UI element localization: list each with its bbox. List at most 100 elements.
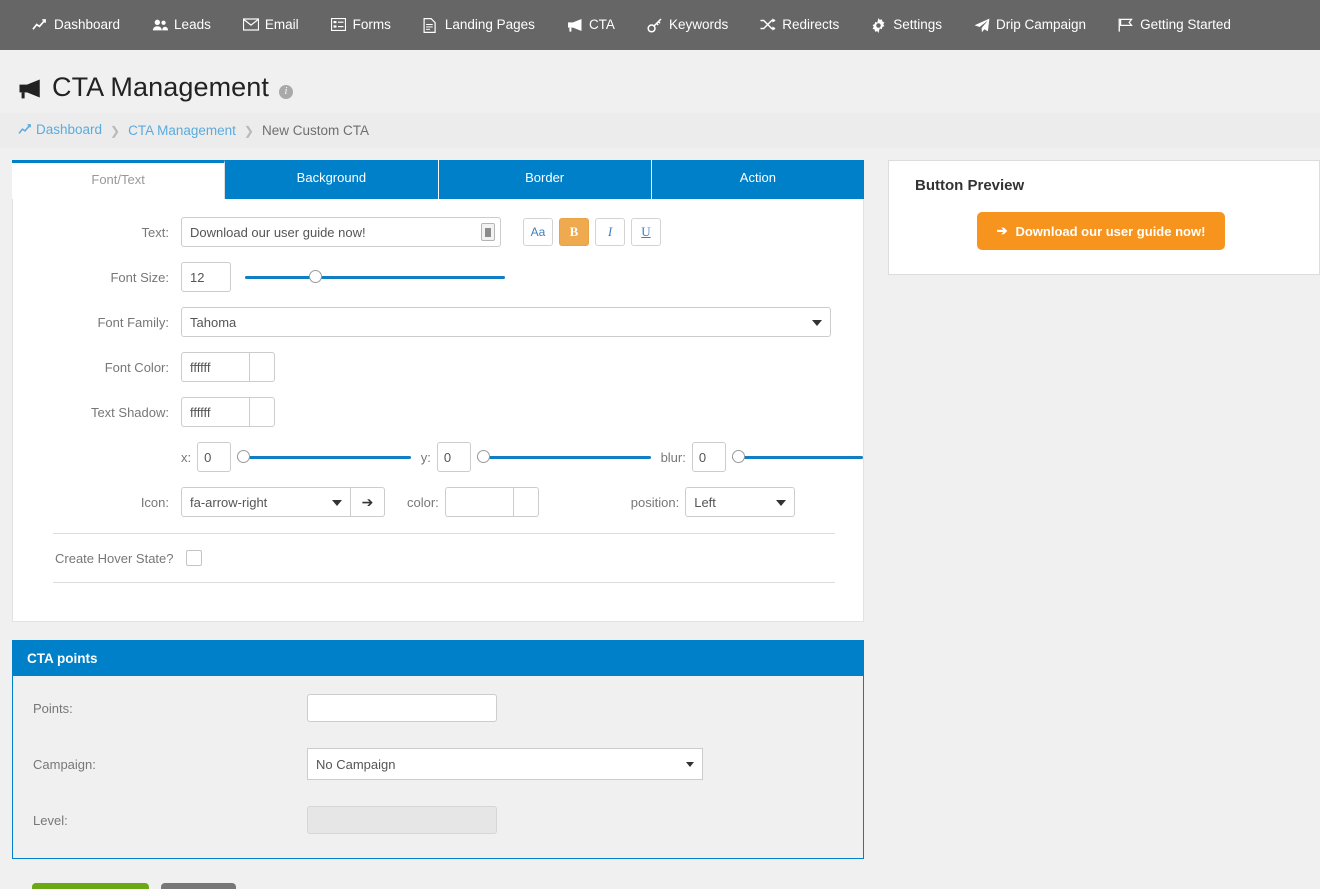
campaign-label: Campaign:: [13, 757, 307, 772]
icon-position-select[interactable]: Left: [685, 487, 795, 517]
users-icon: [152, 18, 167, 33]
button-preview-area: ➔ Download our user guide now!: [915, 212, 1299, 250]
icon-row: Icon: fa-arrow-right ➔ color: position:: [13, 487, 863, 517]
nav-item-getting-started[interactable]: Getting Started: [1102, 0, 1247, 50]
shadow-blur-slider[interactable]: [732, 450, 863, 464]
tab-background[interactable]: Background: [225, 160, 438, 199]
nav-item-leads[interactable]: Leads: [136, 0, 227, 50]
slider-handle[interactable]: [732, 450, 745, 463]
shadow-x-label: x:: [181, 450, 197, 465]
icon-select[interactable]: fa-arrow-right: [181, 487, 351, 517]
nav-item-drip-campaign[interactable]: Drip Campaign: [958, 0, 1102, 50]
campaign-row: Campaign: No Campaign: [13, 748, 863, 780]
font-color-input[interactable]: [181, 352, 249, 382]
cta-points-title: CTA points: [13, 641, 863, 676]
shadow-blur-input[interactable]: [692, 442, 726, 472]
breadcrumb-item-dashboard[interactable]: Dashboard: [18, 122, 102, 139]
breadcrumb-item-cta-management[interactable]: CTA Management: [128, 123, 236, 138]
shadow-blur-label: blur:: [661, 450, 692, 465]
breadcrumb-separator: ❯: [110, 124, 120, 138]
left-column: Font/Text Background Border Action Text:…: [12, 160, 864, 889]
icon-color-label: color:: [407, 495, 445, 510]
button-preview-panel: Button Preview ➔ Download our user guide…: [888, 160, 1320, 275]
breadcrumb-item-current: New Custom CTA: [262, 123, 369, 138]
font-family-label: Font Family:: [13, 315, 181, 330]
chart-line-icon: [32, 18, 47, 33]
level-input: [307, 806, 497, 834]
nav-label: Email: [265, 0, 299, 50]
file-text-icon: [423, 18, 438, 33]
nav-label: Forms: [353, 0, 391, 50]
nav-item-dashboard[interactable]: Dashboard: [16, 0, 136, 50]
shadow-x-slider[interactable]: [237, 450, 411, 464]
cta-points-body: Points: Campaign: No Campaign Level:: [13, 676, 863, 858]
slider-track: [732, 456, 863, 459]
nav-item-keywords[interactable]: Keywords: [631, 0, 744, 50]
text-shadow-input[interactable]: [181, 397, 249, 427]
font-color-row: Font Color:: [13, 352, 863, 382]
footer-actions: Save Settings Cancel: [32, 883, 864, 889]
resize-handle-icon[interactable]: [481, 223, 495, 241]
button-preview-title: Button Preview: [915, 177, 1299, 194]
tab-font-text[interactable]: Font/Text: [12, 160, 225, 199]
breadcrumb-separator: ❯: [244, 124, 254, 138]
slider-handle[interactable]: [237, 450, 250, 463]
underline-button[interactable]: U: [631, 218, 661, 246]
text-shadow-label: Text Shadow:: [13, 405, 181, 420]
text-input-wrapper: [181, 217, 501, 247]
arrow-right-icon: ➔: [997, 223, 1008, 239]
cancel-button[interactable]: Cancel: [161, 883, 236, 889]
cta-preview-button[interactable]: ➔ Download our user guide now!: [977, 212, 1226, 250]
nav-item-settings[interactable]: Settings: [855, 0, 958, 50]
style-tabs: Font/Text Background Border Action: [12, 160, 864, 199]
tab-action[interactable]: Action: [652, 160, 864, 199]
slider-handle[interactable]: [309, 270, 322, 283]
shadow-y-input[interactable]: [437, 442, 471, 472]
nav-item-redirects[interactable]: Redirects: [744, 0, 855, 50]
shadow-x-input[interactable]: [197, 442, 231, 472]
hover-state-checkbox[interactable]: [186, 550, 202, 566]
paper-plane-icon: [974, 18, 989, 33]
slider-handle[interactable]: [477, 450, 490, 463]
nav-label: Redirects: [782, 0, 839, 50]
font-color-swatch[interactable]: [249, 352, 275, 382]
breadcrumb: Dashboard ❯ CTA Management ❯ New Custom …: [0, 113, 1320, 148]
font-size-row: Font Size:: [13, 262, 863, 292]
nav-item-email[interactable]: Email: [227, 0, 315, 50]
font-text-form-panel: Text: Aa B I U Font Size:: [12, 199, 864, 622]
text-shadow-color-picker: [181, 397, 275, 427]
info-icon[interactable]: i: [279, 85, 293, 99]
icon-color-picker: [445, 487, 539, 517]
italic-button[interactable]: I: [595, 218, 625, 246]
bold-button[interactable]: B: [559, 218, 589, 246]
icon-position-select-wrapper: Left: [685, 487, 795, 517]
nav-item-cta[interactable]: CTA: [551, 0, 631, 50]
font-family-row: Font Family: Tahoma: [13, 307, 863, 337]
tab-border[interactable]: Border: [439, 160, 652, 199]
nav-label: CTA: [589, 0, 615, 50]
shadow-y-slider[interactable]: [477, 450, 651, 464]
font-size-input[interactable]: [181, 262, 231, 292]
text-row: Text: Aa B I U: [13, 217, 863, 247]
nav-item-forms[interactable]: Forms: [315, 0, 407, 50]
campaign-select[interactable]: No Campaign: [307, 748, 703, 780]
level-label: Level:: [13, 813, 307, 828]
gear-icon: [871, 18, 886, 33]
points-input[interactable]: [307, 694, 497, 722]
nav-item-landing-pages[interactable]: Landing Pages: [407, 0, 551, 50]
nav-label: Keywords: [669, 0, 728, 50]
nav-label: Settings: [893, 0, 942, 50]
save-settings-button[interactable]: Save Settings: [32, 883, 149, 889]
font-size-slider[interactable]: [245, 270, 505, 284]
arrow-right-icon[interactable]: ➔: [351, 487, 385, 517]
icon-label: Icon:: [13, 495, 181, 510]
text-shadow-color-swatch[interactable]: [249, 397, 275, 427]
text-input[interactable]: [181, 217, 501, 247]
text-transform-button[interactable]: Aa: [523, 218, 553, 246]
icon-color-input[interactable]: [445, 487, 513, 517]
shadow-offsets-row: x: y: blur:: [13, 442, 863, 472]
shadow-y-label: y:: [421, 450, 437, 465]
font-family-select[interactable]: Tahoma: [181, 307, 831, 337]
icon-select-wrapper: fa-arrow-right: [181, 487, 351, 517]
icon-color-swatch[interactable]: [513, 487, 539, 517]
